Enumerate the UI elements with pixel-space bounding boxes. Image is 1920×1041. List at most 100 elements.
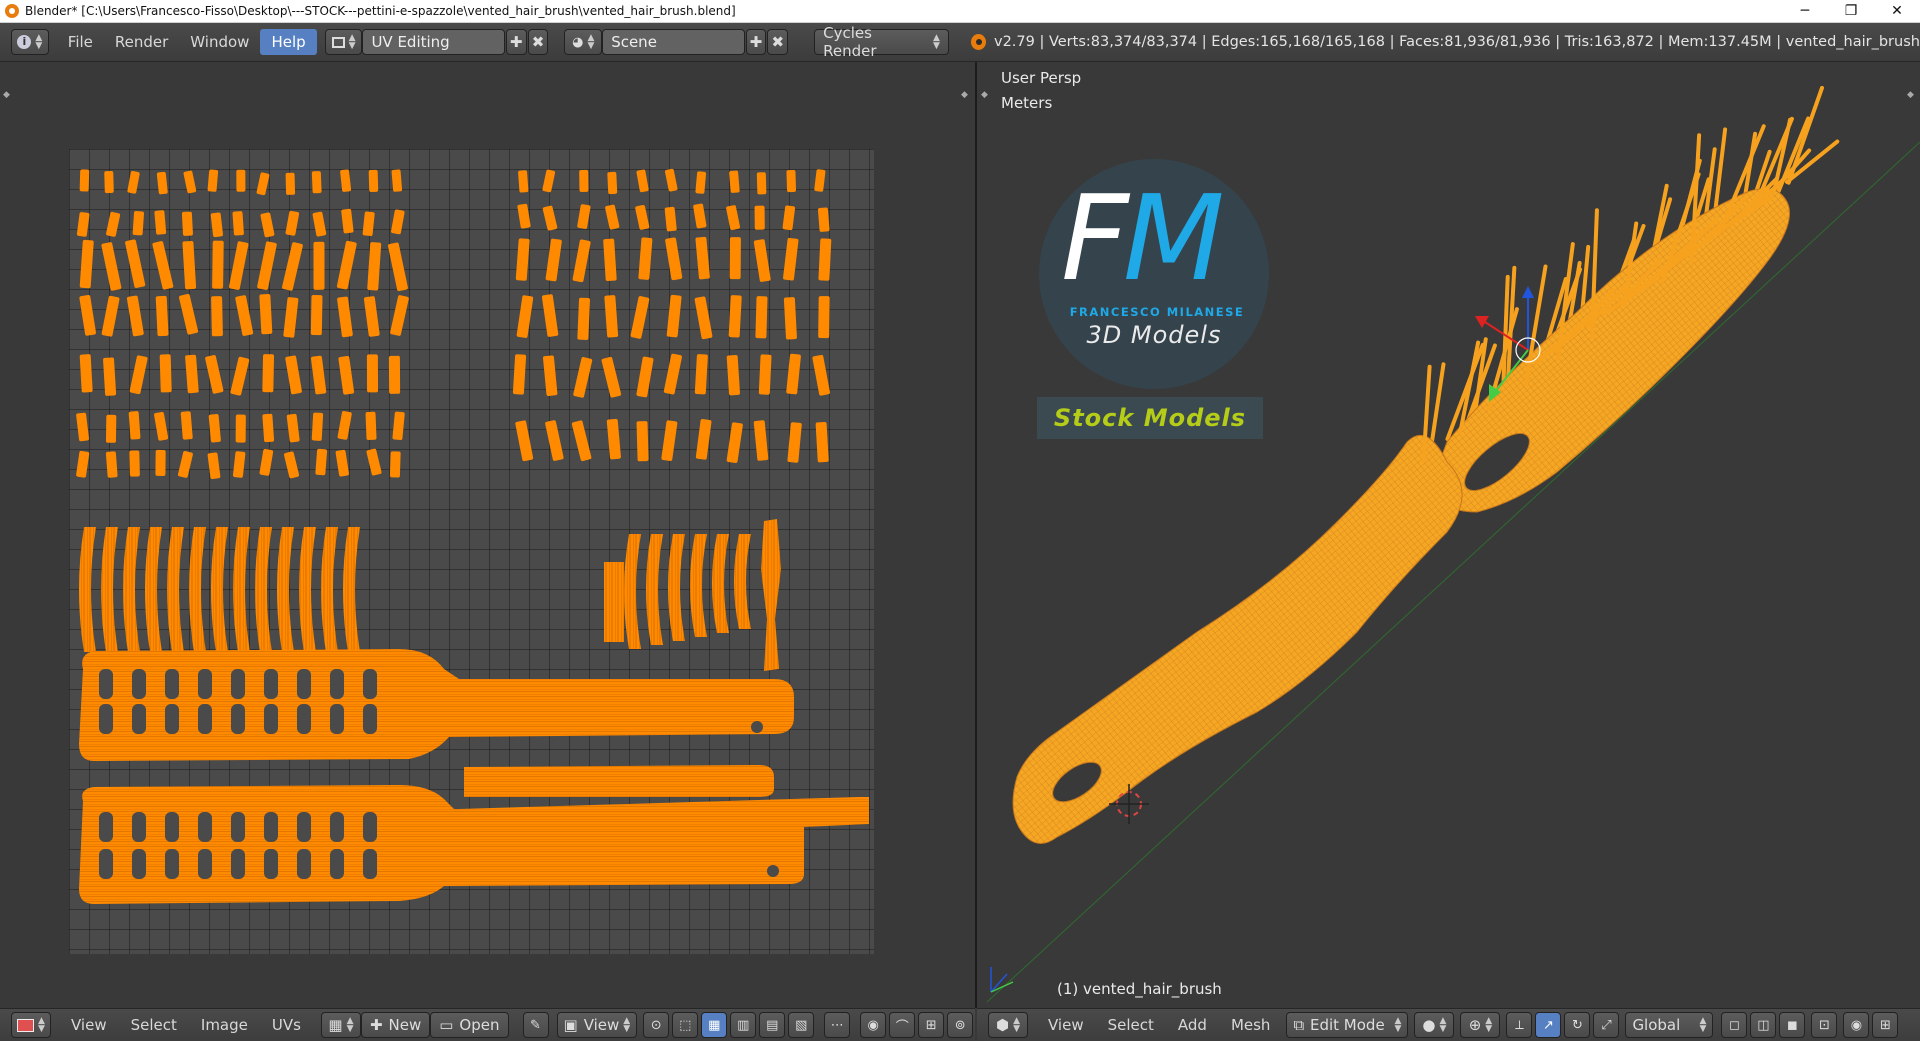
menu-window[interactable]: Window (179, 29, 260, 55)
area-corner-icon[interactable]: ◆ (3, 90, 10, 100)
scale-manipulator-button[interactable]: ⤢ (1593, 1012, 1620, 1038)
vertex-select-button[interactable]: ▦ (701, 1012, 728, 1038)
edge-select-button[interactable]: ▥ (730, 1012, 757, 1038)
menu-image[interactable]: Image (189, 1012, 260, 1038)
uv-bristle-island (79, 354, 93, 393)
translate-manipulator-button[interactable]: ↗ (1535, 1012, 1562, 1038)
manipulator-toggle[interactable]: ⟂ (1506, 1012, 1533, 1038)
restore-button[interactable]: ❐ (1828, 0, 1874, 22)
uv-vent-hole (264, 849, 278, 879)
chevron-updown-icon: ▲ ▼ (1699, 1016, 1707, 1034)
interaction-mode-select[interactable]: ⧉ Edit Mode ▲ ▼ (1286, 1012, 1409, 1038)
uv-grid[interactable] (69, 149, 874, 954)
uv-bristle-island (337, 411, 352, 440)
view-mode-select[interactable]: ▣ View ▲ ▼ (556, 1012, 638, 1038)
uv-bristle-island (786, 353, 801, 395)
transform-orientation-select[interactable]: Global ▲ ▼ (1625, 1012, 1714, 1038)
uv-bristle-island (607, 171, 618, 195)
uv-vent-hole (264, 669, 278, 699)
uv-vent-hole (297, 669, 311, 699)
snap-button[interactable]: ⊞ (1872, 1012, 1899, 1038)
uv-bristle-island (605, 204, 620, 230)
uv-bristle-island (542, 355, 558, 396)
editor-type-3d-button[interactable]: ⬢ ▲ ▼ (988, 1012, 1028, 1038)
uv-vent-hole (363, 849, 377, 879)
island-select-button[interactable]: ▧ (788, 1012, 815, 1038)
uv-bristle-island (230, 356, 250, 396)
menu-view[interactable]: View (59, 1012, 119, 1038)
uv-vent-hole (297, 849, 311, 879)
proportional-edit-button[interactable]: ◉ (860, 1012, 887, 1038)
x-icon: ✖ (531, 33, 545, 51)
falloff-button[interactable]: ⌒ (889, 1012, 916, 1038)
plus-icon: ✚ (509, 33, 523, 51)
uv-vent-hole (330, 704, 344, 734)
minimize-button[interactable]: ─ (1782, 0, 1828, 22)
info-icon: i (17, 35, 32, 49)
snap-target-button[interactable]: ⊚ (947, 1012, 974, 1038)
editor-type-image-button[interactable]: ▲ ▼ (11, 1012, 51, 1038)
menu-select[interactable]: Select (119, 1012, 189, 1038)
uv-bristle-island (542, 205, 558, 231)
uv-bristle-island (128, 411, 141, 440)
sticky-mode-button[interactable]: ⋯ (824, 1012, 851, 1038)
menu-view[interactable]: View (1036, 1012, 1096, 1038)
uv-bristle-island (155, 295, 169, 337)
chevron-updown-icon: ▲ ▼ (38, 1016, 45, 1034)
uv-bristle-island (210, 212, 223, 238)
open-image-button[interactable]: ▭ Open (430, 1012, 509, 1038)
add-screen-button[interactable]: ✚ (505, 29, 527, 55)
menu-file[interactable]: File (57, 29, 104, 55)
uv-bristle-island (205, 355, 224, 394)
limit-selection-button[interactable]: ⊡ (1811, 1012, 1838, 1038)
menu-mesh[interactable]: Mesh (1219, 1012, 1283, 1038)
delete-scene-button[interactable]: ✖ (767, 29, 789, 55)
menu-help[interactable]: Help (260, 29, 317, 55)
sticky-icon: ⬚ (679, 1017, 692, 1033)
delete-screen-button[interactable]: ✖ (527, 29, 549, 55)
snap-button[interactable]: ⊞ (918, 1012, 945, 1038)
rotate-manipulator-button[interactable]: ↻ (1564, 1012, 1591, 1038)
menu-add[interactable]: Add (1166, 1012, 1219, 1038)
uv-bristle-island (152, 241, 174, 290)
3d-viewport[interactable]: ◆ ◆ User Persp Meters FM FRANCESCO MILAN… (977, 62, 1920, 1008)
face-select-button[interactable]: ▤ (759, 1012, 786, 1038)
menu-uvs[interactable]: UVs (260, 1012, 313, 1038)
sticky-select-button[interactable]: ⬚ (672, 1012, 699, 1038)
uv-bristle-strip (734, 534, 751, 629)
shading-select[interactable]: ● ▲ ▼ (1414, 1012, 1455, 1038)
menu-render[interactable]: Render (104, 29, 179, 55)
add-scene-button[interactable]: ✚ (745, 29, 767, 55)
uv-bristle-island (367, 242, 382, 291)
new-image-button[interactable]: ✚ New (360, 1012, 431, 1038)
viewport-header: ⬢ ▲ ▼ View Select Add Mesh ⧉ Edit Mode ▲ ▼… (977, 1008, 1920, 1041)
editor-type-info-button[interactable]: i ▲ ▼ (11, 29, 49, 55)
edge-mode-button[interactable]: ◫ (1750, 1012, 1777, 1038)
uv-bristle-island (285, 172, 296, 195)
pin-image-button[interactable]: ✎ (522, 1012, 549, 1038)
pivot-button[interactable]: ⊙ (643, 1012, 670, 1038)
menu-select[interactable]: Select (1096, 1012, 1166, 1038)
scene-field[interactable]: Scene (602, 29, 745, 55)
uv-bristle-island (311, 412, 324, 441)
screen-layout-field[interactable]: UV Editing (362, 29, 505, 55)
uv-bristle-strip (761, 519, 781, 671)
image-browse-button[interactable]: ▦ ▲ ▼ (320, 1012, 361, 1038)
uv-bristle-island (259, 293, 273, 335)
edit-mode-icon: ⧉ (1293, 1016, 1305, 1034)
uv-image-editor[interactable]: ◆ ◆ (0, 62, 975, 1008)
close-button[interactable]: ✕ (1874, 0, 1920, 22)
layers-button[interactable]: ◻ (1721, 1012, 1748, 1038)
uv-bristle-island (604, 295, 619, 338)
uv-vent-hole (99, 812, 113, 842)
viewport-menu: View Select Add Mesh (1036, 1012, 1282, 1038)
face-mode-button[interactable]: ◼ (1779, 1012, 1806, 1038)
screen-layout-picker[interactable]: ▲ ▼ (324, 29, 363, 55)
render-engine-select[interactable]: Cycles Render ▲ ▼ (814, 24, 949, 60)
area-corner-icon[interactable]: ◆ (961, 90, 968, 100)
proportional-edit-button[interactable]: ◉ (1843, 1012, 1870, 1038)
scene-picker[interactable]: ◕ ▲ ▼ (564, 29, 603, 55)
uv-bristle-island (259, 449, 274, 476)
uv-handle-strip-2 (459, 797, 869, 833)
pivot-point-select[interactable]: ⊕ ▲ ▼ (1460, 1012, 1501, 1038)
